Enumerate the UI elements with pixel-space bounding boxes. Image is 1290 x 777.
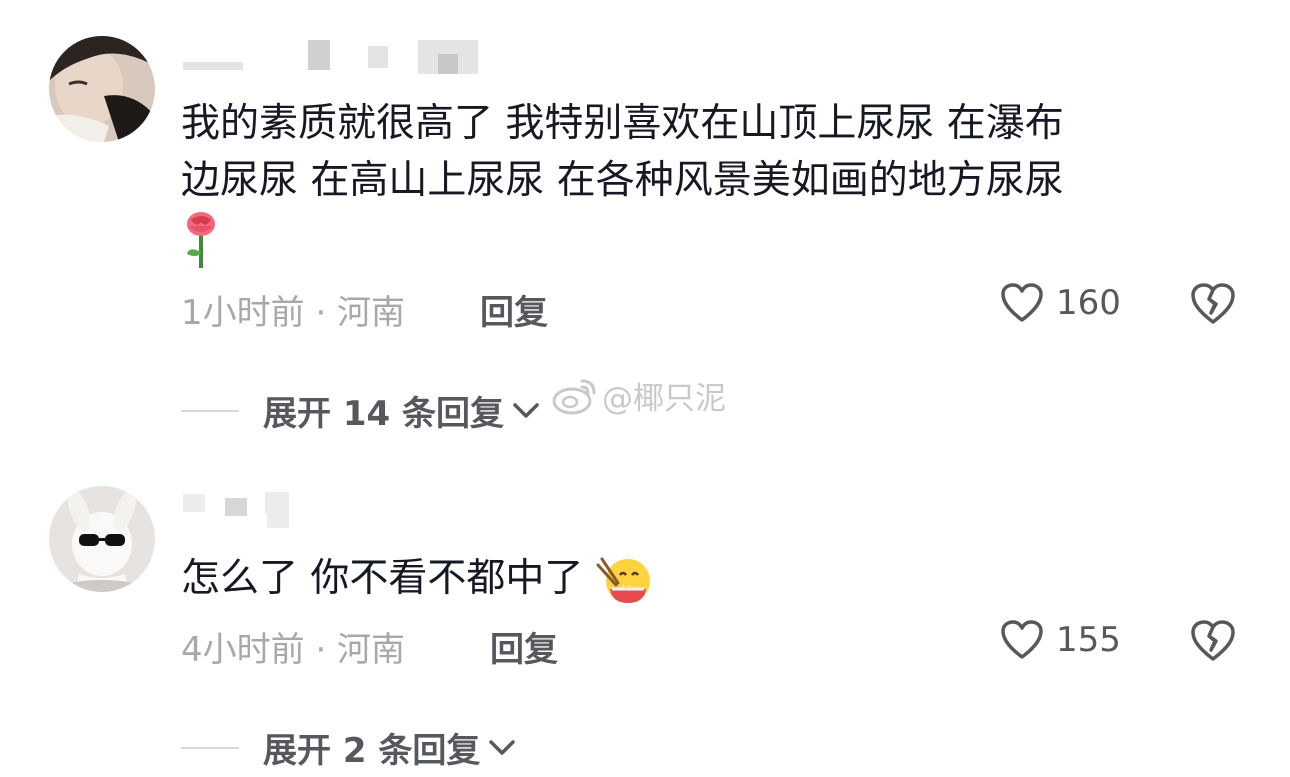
comment-text-line: 边尿尿 在高山上尿尿 在各种风景美如画的地方尿尿 <box>181 158 1064 203</box>
expand-replies-label: 展开 2 条回复 <box>263 731 481 771</box>
chevron-down-icon <box>513 402 539 418</box>
broken-heart-icon <box>1191 620 1235 661</box>
divider-line <box>181 746 239 749</box>
comment-text: 我的素质就很高了 我特别喜欢在山顶上尿尿 在瀑布 边尿尿 在高山上尿尿 在各种风… <box>181 95 1241 268</box>
reply-button[interactable]: 回复 <box>490 622 558 671</box>
rose-emoji-icon <box>187 211 215 268</box>
comment-text-line: 我的素质就很高了 我特别喜欢在山顶上尿尿 在瀑布 <box>181 101 1064 146</box>
like-count: 160 <box>1056 283 1121 323</box>
dislike-button[interactable] <box>1190 282 1236 330</box>
reply-button[interactable]: 回复 <box>480 285 548 334</box>
like-button[interactable]: 155 <box>1000 619 1121 661</box>
avatar[interactable] <box>49 486 155 592</box>
comment-meta: 4小时前 · 河南 <box>181 630 406 670</box>
expand-replies[interactable]: 展开 2 条回复 <box>181 723 516 772</box>
eating-noodles-emoji-icon <box>596 557 650 603</box>
heart-icon <box>1001 620 1043 659</box>
dislike-button[interactable] <box>1190 619 1236 667</box>
comment-text: 怎么了 你不看不都中了 <box>181 550 1241 607</box>
comment-text-line: 怎么了 你不看不都中了 <box>181 556 584 601</box>
avatar[interactable] <box>49 36 155 142</box>
broken-heart-icon <box>1191 283 1235 324</box>
expand-replies-label: 展开 14 条回复 <box>263 394 504 434</box>
watermark: @椰只泥 <box>552 373 726 418</box>
weibo-logo-icon <box>552 379 596 414</box>
like-count: 155 <box>1056 620 1121 660</box>
comment-meta: 1小时前 · 河南 <box>181 293 406 333</box>
expand-replies[interactable]: 展开 14 条回复 <box>181 386 540 435</box>
watermark-text: @椰只泥 <box>602 381 726 417</box>
chevron-down-icon <box>489 739 516 755</box>
divider-line <box>181 409 239 412</box>
like-button[interactable]: 160 <box>1000 282 1121 324</box>
heart-icon <box>1001 283 1043 322</box>
